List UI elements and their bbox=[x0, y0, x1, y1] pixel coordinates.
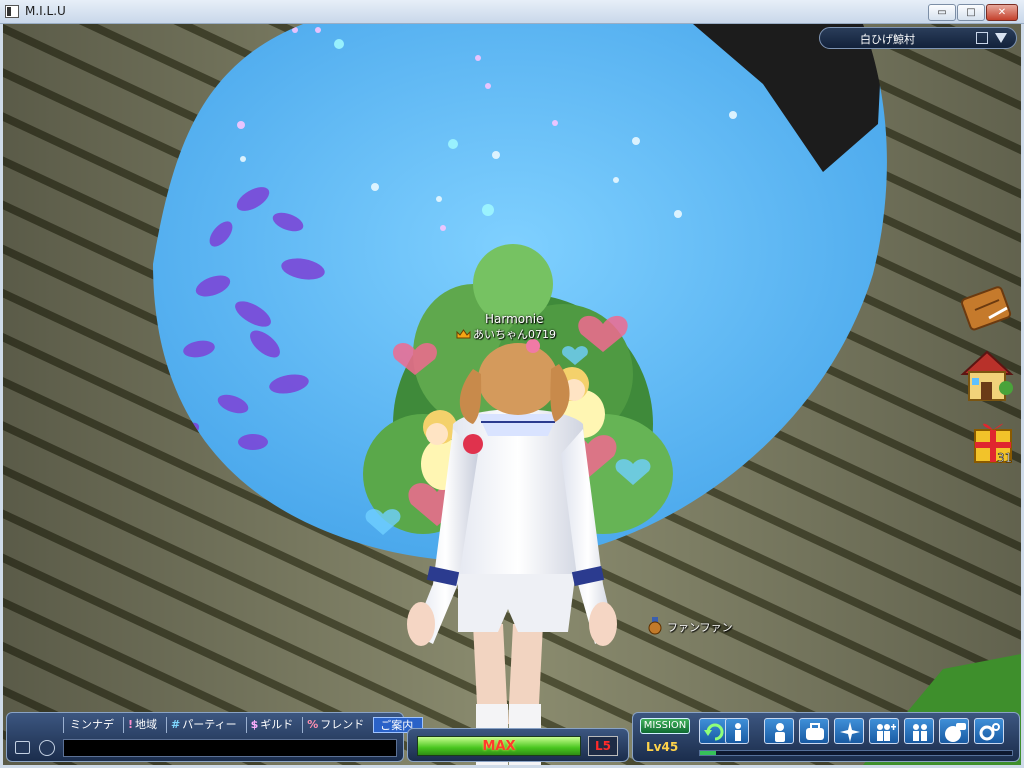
window-title: M.I.L.U bbox=[25, 4, 66, 18]
chat-panel: ミンナデ ! 地域 # パーティー $ ギルド % フレンド ご案内 bbox=[6, 712, 424, 762]
player-title: Harmonie bbox=[485, 312, 544, 326]
speech-bubble-icon bbox=[945, 723, 966, 742]
add-member-icon bbox=[877, 724, 896, 741]
minimize-button[interactable]: ▭ bbox=[928, 4, 956, 21]
settings-button[interactable] bbox=[974, 718, 1004, 744]
gear-icon bbox=[979, 723, 1000, 741]
close-button[interactable]: ✕ bbox=[986, 4, 1018, 21]
player-level: Lv45 bbox=[646, 740, 679, 754]
tab-region[interactable]: ! 地域 bbox=[123, 717, 166, 733]
crown-icon bbox=[456, 329, 471, 339]
party-button[interactable] bbox=[869, 718, 899, 744]
game-window: M.I.L.U ▭ □ ✕ 白ひげ鯨村 31 Harmonie あいちゃん071… bbox=[0, 0, 1024, 768]
person-icon bbox=[735, 723, 741, 741]
medal-icon bbox=[648, 617, 662, 635]
title-bar[interactable]: M.I.L.U ▭ □ ✕ bbox=[0, 0, 1024, 24]
zone-name: 白ひげ鯨村 bbox=[860, 33, 915, 46]
inventory-button[interactable] bbox=[799, 718, 829, 744]
skills-button[interactable] bbox=[834, 718, 864, 744]
sparkle-icon bbox=[840, 722, 860, 742]
quest-scroll-button[interactable] bbox=[959, 280, 1015, 338]
return-icon bbox=[704, 723, 724, 741]
app-icon bbox=[5, 5, 19, 18]
tab-guild[interactable]: $ ギルド bbox=[245, 717, 303, 733]
gift-button[interactable]: 31 bbox=[959, 416, 1015, 474]
gauge-bar: MAX bbox=[417, 736, 581, 756]
tab-all[interactable]: ミンナデ bbox=[63, 717, 123, 733]
chat-input[interactable] bbox=[63, 739, 397, 757]
house-icon bbox=[960, 350, 1014, 401]
house-button[interactable] bbox=[959, 348, 1015, 406]
game-scene bbox=[3, 24, 1021, 765]
chat-window-icon[interactable] bbox=[15, 741, 30, 754]
bag-icon bbox=[806, 723, 824, 740]
chat-tabs: ミンナデ ! 地域 # パーティー $ ギルド % フレンド ご案内 bbox=[63, 717, 424, 733]
chat-button[interactable] bbox=[939, 718, 969, 744]
gauge-panel: MAX L5 bbox=[407, 728, 629, 762]
game-viewport[interactable]: 白ひげ鯨村 31 Harmonie あいちゃん0719 ファンファン ミンナデ … bbox=[3, 24, 1021, 765]
chevron-down-icon[interactable] bbox=[995, 33, 1007, 43]
player-name: あいちゃん0719 bbox=[473, 328, 556, 341]
gift-count: 31 bbox=[997, 451, 1012, 465]
tab-friend[interactable]: % フレンド bbox=[302, 717, 373, 733]
gauge-label: MAX bbox=[482, 739, 516, 754]
friends-button[interactable] bbox=[904, 718, 934, 744]
user-icon bbox=[775, 723, 785, 742]
status-button[interactable] bbox=[764, 718, 794, 744]
character-button[interactable] bbox=[725, 718, 749, 744]
emote-icon[interactable] bbox=[39, 740, 55, 756]
level-badge[interactable]: L5 bbox=[588, 736, 618, 756]
scroll-icon bbox=[960, 286, 1012, 331]
experience-bar bbox=[699, 750, 1013, 756]
expand-icon[interactable] bbox=[976, 32, 988, 44]
mission-button[interactable]: MISSION bbox=[640, 718, 690, 734]
gift-icon: 31 bbox=[974, 423, 1013, 465]
npc-name[interactable]: ファンファン bbox=[667, 619, 733, 635]
maximize-button[interactable]: □ bbox=[957, 4, 985, 21]
friends-icon bbox=[913, 724, 927, 741]
tab-party[interactable]: # パーティー bbox=[166, 717, 246, 733]
zone-name-plate: 白ひげ鯨村 bbox=[819, 27, 1017, 49]
menu-panel: MISSION Lv45 bbox=[632, 712, 1020, 762]
experience-fill bbox=[700, 751, 716, 755]
